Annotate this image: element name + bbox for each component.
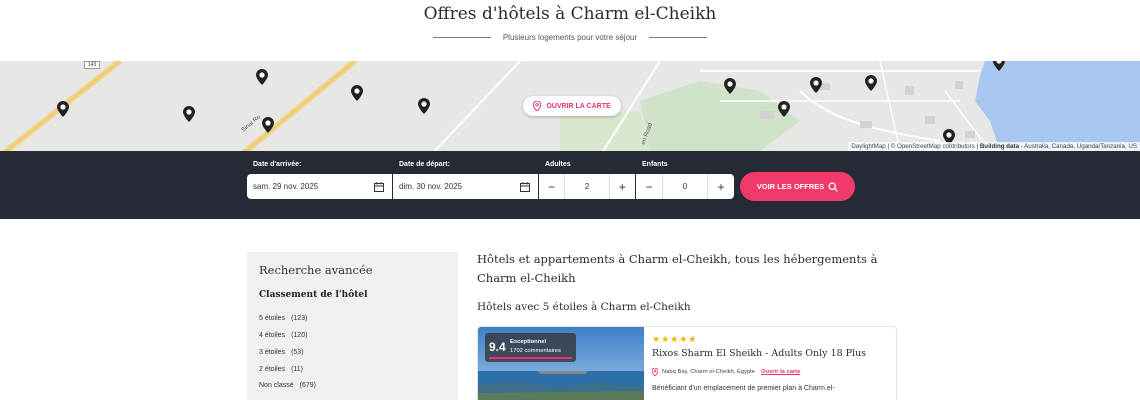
rating-filter-label: 3 étoiles bbox=[259, 349, 286, 356]
rating-filter-count: (679) bbox=[299, 382, 316, 389]
review-count: 1702 commentaires bbox=[510, 348, 561, 354]
content-area: Recherche avancée Classement de l'hôtel … bbox=[0, 219, 1140, 400]
children-decrement-button[interactable]: − bbox=[636, 174, 662, 199]
hotel-name[interactable]: Rixos Sharm El Sheikh - Adults Only 18 P… bbox=[652, 348, 866, 359]
rating-filter-count: (123) bbox=[291, 315, 308, 322]
page-title: Offres d'hôtels à Charm el-Cheikh bbox=[423, 4, 717, 24]
children-increment-button[interactable]: + bbox=[708, 174, 734, 199]
departure-label: Date de départ: bbox=[399, 161, 450, 168]
hotel-card[interactable]: 9.4 Exceptionnel 1702 commentaires ★★★★★… bbox=[477, 326, 897, 400]
rating-filter-option[interactable]: 4 étoiles (120) bbox=[259, 332, 307, 339]
hotel-location: Nabq Bay, Charm el-Cheikh, Égypte Ouvrir… bbox=[652, 368, 800, 376]
rating-filter-count: (11) bbox=[291, 366, 304, 373]
results-subheading: Hôtels avec 5 étoiles à Charm el-Cheikh bbox=[477, 301, 691, 313]
view-offers-button[interactable]: VOIR LES OFFRES bbox=[740, 172, 855, 201]
map-pin-icon[interactable] bbox=[183, 106, 195, 122]
rating-filter-option[interactable]: 5 étoiles (123) bbox=[259, 315, 307, 322]
arrival-date-field[interactable]: sam. 29 nov. 2025 bbox=[247, 174, 392, 199]
adults-increment-button[interactable]: + bbox=[610, 174, 635, 199]
advanced-search-title: Recherche avancée bbox=[259, 263, 373, 277]
map-pin-icon[interactable] bbox=[778, 101, 790, 117]
review-score-label: Exceptionnel bbox=[510, 339, 547, 345]
hotel-rating-heading: Classement de l'hôtel bbox=[259, 290, 368, 300]
map-pin-icon[interactable] bbox=[865, 75, 877, 91]
map-pin-icon bbox=[533, 101, 542, 111]
calendar-icon bbox=[520, 181, 530, 192]
map-pin-icon[interactable] bbox=[351, 85, 363, 101]
divider-right bbox=[649, 37, 708, 38]
review-score-badge: 9.4 Exceptionnel 1702 commentaires bbox=[485, 333, 576, 362]
calendar-icon bbox=[374, 181, 384, 192]
hotel-stars: ★★★★★ bbox=[652, 334, 698, 344]
map-pin-icon[interactable] bbox=[993, 61, 1005, 71]
arrival-label: Date d'arrivée: bbox=[253, 161, 302, 168]
rating-filter-count: (120) bbox=[291, 332, 308, 339]
rating-filter-label: 4 étoiles bbox=[259, 332, 286, 339]
hotel-description: Bénéficiant d'un emplacement de premier … bbox=[652, 385, 835, 392]
search-icon bbox=[828, 181, 839, 192]
review-score: 9.4 bbox=[489, 340, 506, 354]
score-bar bbox=[489, 357, 572, 359]
location-pin-icon bbox=[652, 368, 658, 376]
children-value[interactable]: 0 bbox=[662, 174, 708, 199]
adults-decrement-button[interactable]: − bbox=[539, 174, 564, 199]
map-pin-icon[interactable] bbox=[810, 77, 822, 93]
adults-value[interactable]: 2 bbox=[564, 174, 610, 199]
map-attribution: DaylightMap | © OpenStreetMap contributo… bbox=[848, 142, 1140, 151]
attribution-bold: Building data bbox=[979, 143, 1020, 150]
arrival-date-value: sam. 29 nov. 2025 bbox=[253, 182, 319, 191]
map-pin-icon[interactable] bbox=[256, 69, 268, 85]
results-heading: Hôtels et appartements à Charm el-Cheikh… bbox=[477, 252, 878, 285]
rating-filter-option[interactable]: 2 étoiles (11) bbox=[259, 366, 303, 373]
subtitle-row: Plusieurs logements pour votre séjour bbox=[0, 33, 1140, 42]
adults-stepper: − 2 + bbox=[539, 174, 635, 199]
open-map-button[interactable]: OUVRIR LA CARTE bbox=[523, 96, 621, 116]
road-badge: 143 bbox=[84, 61, 100, 69]
open-map-link[interactable]: Ouvrir la carte bbox=[761, 369, 800, 375]
rating-filter-count: (53) bbox=[291, 349, 304, 356]
open-map-label: OUVRIR LA CARTE bbox=[546, 102, 611, 110]
rating-filter-label: 2 étoiles bbox=[259, 366, 286, 373]
map-preview[interactable]: 143 Sinai Ro en Road OUVRIR LA CARTE Day… bbox=[0, 61, 1140, 151]
map-pin-icon[interactable] bbox=[262, 117, 274, 133]
map-pin-icon[interactable] bbox=[724, 78, 736, 94]
rating-filter-label: 5 étoiles bbox=[259, 315, 286, 322]
map-pin-icon[interactable] bbox=[418, 98, 430, 114]
divider-left bbox=[432, 37, 491, 38]
rating-filter-option[interactable]: Non classé (679) bbox=[259, 382, 316, 389]
map-pin-icon[interactable] bbox=[57, 101, 69, 117]
hotel-photo[interactable]: 9.4 Exceptionnel 1702 commentaires bbox=[478, 327, 644, 400]
view-offers-label: VOIR LES OFFRES bbox=[756, 182, 825, 191]
attribution-tail: - Australia, Canada, Uganda/Tanzania, US bbox=[1019, 143, 1137, 150]
departure-date-value: dim. 30 nov. 2025 bbox=[399, 182, 463, 191]
adults-label: Adultes bbox=[545, 161, 571, 168]
children-label: Enfants bbox=[642, 161, 668, 168]
page-subtitle: Plusieurs logements pour votre séjour bbox=[502, 33, 638, 42]
children-stepper: − 0 + bbox=[636, 174, 734, 199]
hotel-location-text: Nabq Bay, Charm el-Cheikh, Égypte bbox=[662, 369, 756, 375]
advanced-search-panel: Recherche avancée Classement de l'hôtel … bbox=[247, 252, 458, 400]
rating-filter-option[interactable]: 3 étoiles (53) bbox=[259, 349, 304, 356]
search-bar: Date d'arrivée: Date de départ: Adultes … bbox=[0, 151, 1140, 219]
page-header: Offres d'hôtels à Charm el-Cheikh Plusie… bbox=[0, 0, 1140, 61]
rating-filter-label: Non classé bbox=[259, 382, 294, 389]
attribution-text: DaylightMap | © OpenStreetMap contributo… bbox=[851, 143, 980, 150]
departure-date-field[interactable]: dim. 30 nov. 2025 bbox=[393, 174, 538, 199]
